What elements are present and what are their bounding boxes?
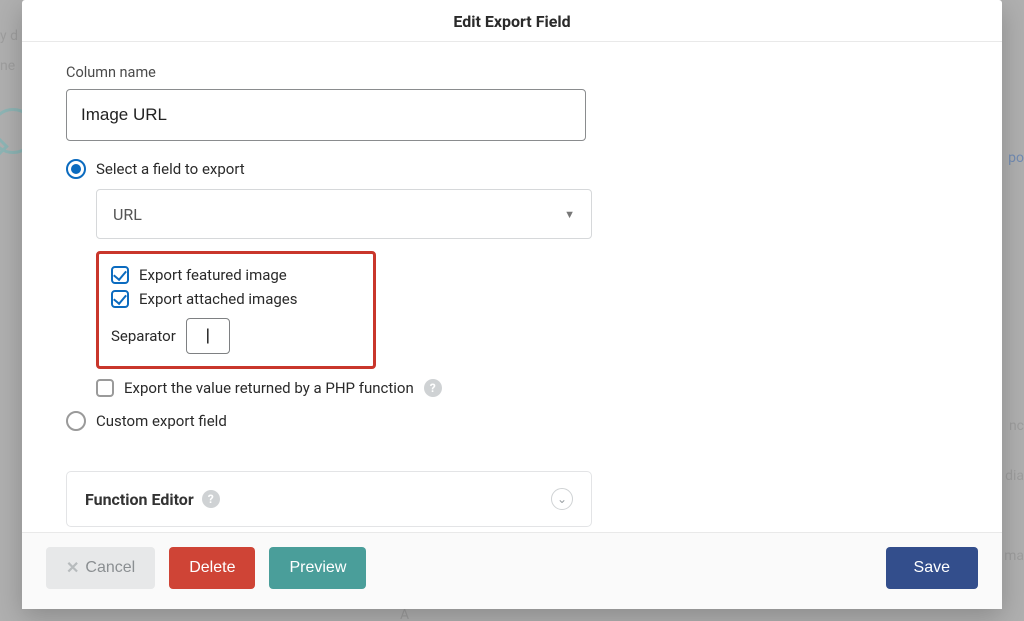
export-featured-label: Export featured image [139,266,287,284]
bg-fragment: ne [0,58,15,74]
chevron-down-icon: ▼ [564,208,575,221]
chevron-down-icon: ⌄ [551,488,573,510]
column-name-label: Column name [66,64,958,81]
separator-label: Separator [111,327,176,345]
php-function-label: Export the value returned by a PHP funct… [124,379,414,397]
image-export-options-highlight: Export featured image Export attached im… [96,251,376,369]
separator-input[interactable] [186,318,230,354]
delete-button-label: Delete [189,559,235,577]
export-field-dropdown-value: URL [113,205,142,224]
modal-backdrop: y d ne po nc dia ma A Edit Export Field … [0,0,1024,621]
modal-footer: ✕ Cancel Delete Preview Save [22,532,1002,609]
cancel-button[interactable]: ✕ Cancel [46,547,155,589]
column-name-input[interactable] [66,89,586,141]
bg-fragment: dia [1005,468,1024,484]
modal-title: Edit Export Field [22,0,1002,42]
export-attached-label: Export attached images [139,290,297,308]
preview-button-label: Preview [289,559,346,577]
radio-select-field[interactable] [66,159,86,179]
checkbox-php-function[interactable] [96,379,114,397]
help-icon[interactable]: ? [202,490,220,508]
custom-export-radio-row[interactable]: Custom export field [66,411,958,431]
function-editor-accordion[interactable]: Function Editor ? ⌄ [66,471,592,527]
close-icon: ✕ [66,558,79,578]
delete-button[interactable]: Delete [169,547,255,589]
select-field-radio-row[interactable]: Select a field to export [66,159,958,179]
save-button[interactable]: Save [886,547,978,589]
save-button-label: Save [914,559,950,577]
checkbox-export-featured[interactable] [111,266,129,284]
php-function-row[interactable]: Export the value returned by a PHP funct… [96,379,958,397]
bg-fragment: y d [0,28,18,44]
bg-fragment: po [1008,150,1024,166]
bg-fragment: ma [1004,548,1024,564]
edit-export-field-modal: Edit Export Field Column name Select a f… [22,0,1002,609]
checkbox-export-attached[interactable] [111,290,129,308]
select-field-radio-label: Select a field to export [96,160,245,178]
bg-fragment: A [400,607,409,621]
preview-button[interactable]: Preview [269,547,366,589]
export-field-dropdown[interactable]: URL ▼ [96,189,592,239]
function-editor-label: Function Editor [85,490,194,509]
export-featured-row[interactable]: Export featured image [111,266,361,284]
modal-body: Column name Select a field to export URL… [22,42,1002,532]
cancel-button-label: Cancel [85,559,135,577]
custom-export-radio-label: Custom export field [96,412,227,430]
help-icon[interactable]: ? [424,379,442,397]
bg-fragment: nc [1009,418,1024,434]
radio-custom-export[interactable] [66,411,86,431]
export-attached-row[interactable]: Export attached images [111,290,361,308]
